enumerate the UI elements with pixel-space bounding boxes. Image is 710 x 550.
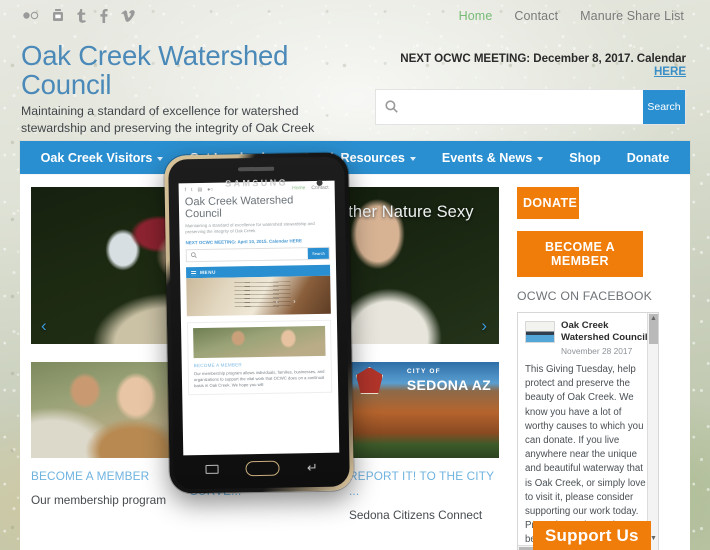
- card-image: CITY OF SEDONA AZ: [349, 362, 499, 458]
- phone-menu-label: MENU: [200, 269, 217, 276]
- carousel-next-icon[interactable]: ›: [481, 317, 487, 334]
- vimeo-icon[interactable]: [121, 9, 135, 22]
- phone-hardware-nav: ↵: [173, 453, 349, 482]
- meeting-notice: NEXT OCWC MEETING: December 8, 2017. Cal…: [375, 52, 686, 78]
- phone-speaker-icon: [238, 166, 275, 172]
- phone-card-title[interactable]: BECOME A MEMBER: [194, 361, 326, 368]
- youtube-icon[interactable]: ▤: [197, 187, 202, 193]
- card-title[interactable]: REPORT IT! TO THE CITY ...: [349, 469, 499, 499]
- sedona-seal-icon: [356, 367, 383, 394]
- phone-meeting-text: NEXT OCWC MEETING: April 10, 2015. Calen…: [185, 238, 290, 246]
- sedona-badge: CITY OF SEDONA AZ: [406, 368, 491, 393]
- phone-nav-home[interactable]: Home: [292, 185, 305, 191]
- flickr-icon[interactable]: ●○: [207, 187, 213, 193]
- phone-brand-label: SAMSUNG: [225, 177, 289, 189]
- chevron-down-icon: [537, 156, 544, 161]
- card-image: [31, 362, 181, 458]
- search-bar: Search: [375, 89, 686, 125]
- top-nav-links: Home Contact Manure Share List: [459, 9, 684, 23]
- ocwc-logo-icon: [525, 321, 555, 343]
- phone-carousel-prev-icon[interactable]: ‹: [276, 299, 278, 306]
- page-root: Home Contact Manure Share List Oak Creek…: [0, 0, 710, 550]
- nav-donate[interactable]: Donate: [614, 151, 683, 165]
- phone-card-image: [193, 325, 326, 359]
- content-area: ‹ Keep Mother Nature Sexy › BECOME A MEM…: [20, 174, 690, 550]
- search-icon: [190, 252, 197, 259]
- donate-button[interactable]: DONATE: [517, 187, 579, 219]
- phone-search-button[interactable]: Search: [308, 247, 329, 260]
- facebook-vertical-scrollbar[interactable]: ▲ ▼: [647, 313, 658, 550]
- site-tagline: Maintaining a standard of excellence for…: [21, 104, 315, 135]
- brand-block: Oak Creek Watershed Council Maintaining …: [20, 41, 375, 141]
- phone-camera-icon: [316, 179, 323, 186]
- top-nav-manure-share-list[interactable]: Manure Share List: [580, 9, 684, 23]
- search-button[interactable]: Search: [643, 90, 685, 124]
- phone-recents-icon[interactable]: [205, 464, 219, 474]
- teaser-card[interactable]: BECOME A MEMBER Our membership program: [31, 362, 181, 523]
- nav-shop[interactable]: Shop: [556, 151, 613, 165]
- card-text: Sedona Citizens Connect: [349, 508, 483, 522]
- phone-top-nav: Home Contact: [292, 185, 329, 192]
- phone-meeting-notice: NEXT OCWC MEETING: April 10, 2015. Calen…: [185, 238, 330, 246]
- facebook-widget[interactable]: Oak Creek Watershed Council November 28 …: [517, 312, 659, 550]
- card-title[interactable]: BECOME A MEMBER: [31, 469, 181, 484]
- nav-label: Events & News: [441, 150, 533, 165]
- sidebar: DONATE BECOME A MEMBER OCWC ON FACEBOOK …: [509, 187, 670, 550]
- sedona-badge-city: CITY OF: [406, 368, 441, 375]
- social-links: [22, 8, 135, 23]
- become-a-member-button[interactable]: BECOME A MEMBER: [517, 231, 643, 277]
- tumblr-icon[interactable]: [77, 8, 87, 23]
- phone-teaser-card[interactable]: BECOME A MEMBER Our membership program a…: [186, 319, 333, 396]
- nav-events-news[interactable]: Events & News: [429, 151, 556, 165]
- chevron-down-icon: [409, 156, 416, 161]
- hero-texture: [233, 281, 291, 310]
- phone-card-text: Our membership program allows individual…: [193, 368, 325, 389]
- teaser-card[interactable]: CITY OF SEDONA AZ REPORT IT! TO THE CITY…: [349, 362, 499, 523]
- phone-meeting-link[interactable]: HERE: [289, 238, 302, 243]
- facebook-post: Oak Creek Watershed Council November 28 …: [518, 313, 658, 550]
- nav-oak-creek-visitors[interactable]: Oak Creek Visitors: [28, 151, 177, 165]
- phone-home-button[interactable]: [245, 460, 280, 476]
- carousel-prev-icon[interactable]: ‹: [41, 317, 47, 334]
- facebook-icon[interactable]: f: [185, 187, 186, 193]
- chevron-down-icon: [157, 156, 164, 161]
- youtube-icon[interactable]: [52, 9, 64, 22]
- facebook-post-date: November 28 2017: [561, 346, 633, 356]
- flickr-icon[interactable]: [22, 10, 39, 21]
- top-nav-home[interactable]: Home: [459, 9, 493, 23]
- phone-body: SAMSUNG f t ▤ ●○ Home Contact Oak Creek …: [168, 156, 350, 490]
- phone-back-icon[interactable]: ↵: [307, 459, 318, 474]
- main-navigation: Oak Creek Visitors Get Involved Creek Re…: [20, 141, 690, 174]
- top-utility-bar: Home Contact Manure Share List: [0, 0, 710, 31]
- top-nav-contact[interactable]: Contact: [514, 9, 558, 23]
- tumblr-icon[interactable]: t: [191, 187, 192, 193]
- facebook-page-name[interactable]: Oak Creek Watershed Council: [561, 320, 650, 344]
- phone-carousel-next-icon[interactable]: ›: [293, 298, 295, 305]
- page-title: Oak Creek Watershed Council: [21, 40, 289, 100]
- phone-site-tagline: Maintaining a standard of excellence for…: [185, 221, 315, 235]
- header-right: NEXT OCWC MEETING: December 8, 2017. Cal…: [375, 41, 690, 141]
- search-input[interactable]: [376, 90, 643, 124]
- phone-mockup-overlay: SAMSUNG f t ▤ ●○ Home Contact Oak Creek …: [164, 152, 354, 494]
- phone-screen: f t ▤ ●○ Home Contact Oak Creek Watershe…: [178, 180, 340, 456]
- scroll-up-icon[interactable]: ▲: [650, 315, 657, 322]
- meeting-notice-text: NEXT OCWC MEETING: December 8, 2017. Cal…: [400, 52, 686, 65]
- phone-search-bar[interactable]: Search: [185, 246, 330, 263]
- nav-label: Oak Creek Visitors: [40, 150, 153, 165]
- phone-hero-image: ‹ ›: [186, 275, 331, 317]
- sedona-badge-name: SEDONA AZ: [406, 376, 491, 393]
- support-us-tab[interactable]: Support Us: [533, 521, 651, 550]
- site-header: Oak Creek Watershed Council Maintaining …: [0, 31, 710, 141]
- facebook-icon[interactable]: [100, 8, 108, 23]
- hamburger-icon: [191, 270, 197, 275]
- card-text: Our membership program: [31, 493, 167, 507]
- phone-site-title: Oak Creek Watershed Council: [184, 194, 294, 220]
- scroll-down-icon[interactable]: ▼: [650, 535, 657, 542]
- facebook-post-header: Oak Creek Watershed Council November 28 …: [525, 320, 650, 356]
- facebook-widget-heading: OCWC ON FACEBOOK: [517, 289, 653, 303]
- meeting-calendar-link[interactable]: HERE: [654, 65, 686, 78]
